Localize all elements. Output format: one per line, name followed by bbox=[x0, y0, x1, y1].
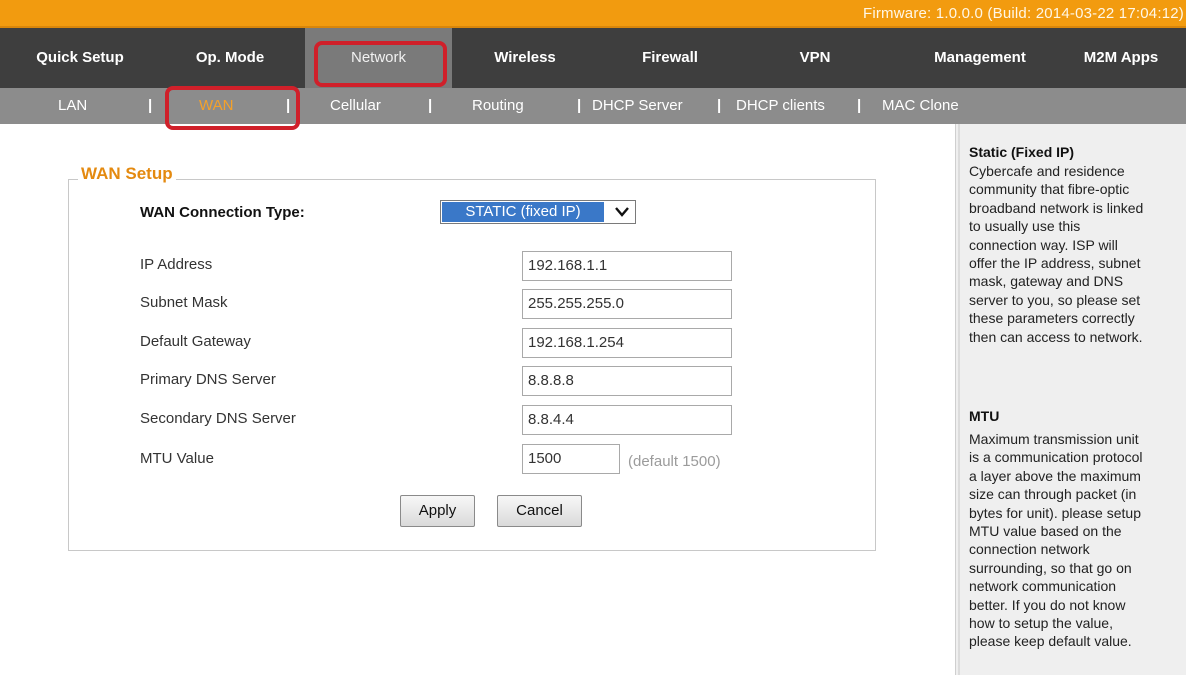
wan-setup-title: WAN Setup bbox=[78, 164, 176, 184]
cancel-button[interactable]: Cancel bbox=[497, 495, 582, 527]
nav-m2m-apps[interactable]: M2M Apps bbox=[1060, 28, 1182, 88]
ip-address-input[interactable]: 192.168.1.1 bbox=[522, 251, 732, 281]
connection-type-select[interactable]: STATIC (fixed IP) bbox=[440, 200, 636, 224]
help-line: broadband network is linked bbox=[969, 199, 1144, 216]
help-line: Maximum transmission unit bbox=[969, 431, 1139, 447]
help-line: connection way. ISP will bbox=[969, 236, 1118, 253]
nav-op-mode[interactable]: Op. Mode bbox=[160, 28, 300, 88]
nav-firewall[interactable]: Firewall bbox=[605, 28, 735, 88]
chevron-down-icon[interactable] bbox=[611, 203, 633, 221]
subnav-routing[interactable]: Routing bbox=[472, 88, 524, 124]
subnav-dhcp-clients[interactable]: DHCP clients bbox=[736, 88, 825, 124]
subnav-separator: | bbox=[148, 97, 153, 114]
sub-nav: LAN | WAN | Cellular | Routing | DHCP Se… bbox=[0, 88, 1186, 124]
help-line: offer the IP address, subnet bbox=[969, 255, 1141, 272]
firmware-version: Firmware: 1.0.0.0 (Build: 2014-03-22 17:… bbox=[862, 5, 1184, 22]
mtu-label: MTU Value bbox=[140, 450, 214, 467]
primary-dns-input[interactable]: 8.8.8.8 bbox=[522, 366, 732, 396]
help-line: please keep default value. bbox=[969, 633, 1132, 650]
nav-wireless[interactable]: Wireless bbox=[460, 28, 590, 88]
default-gateway-label: Default Gateway bbox=[140, 333, 251, 350]
help-line: to usually use this bbox=[969, 218, 1081, 235]
help-line: mask, gateway and DNS bbox=[969, 273, 1124, 290]
help-line: MTU value based on the bbox=[969, 523, 1122, 540]
subnav-separator: | bbox=[577, 97, 582, 114]
nav-vpn[interactable]: VPN bbox=[770, 28, 860, 88]
help-line: how to setup the value, bbox=[969, 615, 1113, 632]
default-gateway-input[interactable]: 192.168.1.254 bbox=[522, 328, 732, 358]
secondary-dns-input[interactable]: 8.8.4.4 bbox=[522, 405, 732, 435]
help-line: then can access to network. bbox=[969, 328, 1143, 345]
help-line: a layer above the maximum bbox=[969, 467, 1141, 484]
help-static-text: Cybercafe and residence community that f… bbox=[969, 162, 1186, 346]
main-nav: Quick Setup Op. Mode Network Wireless Fi… bbox=[0, 28, 1186, 88]
nav-network[interactable]: Network bbox=[305, 28, 452, 88]
help-line: community that fibre-optic bbox=[969, 181, 1130, 198]
help-line: connection network bbox=[969, 541, 1090, 558]
subnav-wan[interactable]: WAN bbox=[199, 88, 233, 124]
subnav-separator: | bbox=[286, 97, 291, 114]
help-line: size can through packet (in bbox=[969, 486, 1137, 503]
connection-type-value: STATIC (fixed IP) bbox=[442, 202, 604, 222]
help-static-title: Static (Fixed IP) bbox=[969, 144, 1075, 160]
help-sidebar: Static (Fixed IP) Cybercafe and residenc… bbox=[955, 124, 1186, 675]
mtu-default-hint: (default 1500) bbox=[628, 453, 721, 470]
help-line: better. If you do not know bbox=[969, 596, 1126, 613]
help-line: surrounding, so that go on bbox=[969, 559, 1132, 576]
secondary-dns-label: Secondary DNS Server bbox=[140, 410, 296, 427]
subnav-mac-clone[interactable]: MAC Clone bbox=[882, 88, 959, 124]
connection-type-label: WAN Connection Type: bbox=[140, 204, 305, 221]
help-line: bytes for unit). please setup bbox=[969, 504, 1141, 521]
subnet-mask-label: Subnet Mask bbox=[140, 294, 228, 311]
subnav-cellular[interactable]: Cellular bbox=[330, 88, 381, 124]
subnav-separator: | bbox=[428, 97, 433, 114]
help-line: network communication bbox=[969, 578, 1117, 595]
primary-dns-label: Primary DNS Server bbox=[140, 371, 276, 388]
nav-management[interactable]: Management bbox=[905, 28, 1055, 88]
subnav-separator: | bbox=[857, 97, 862, 114]
nav-quick-setup[interactable]: Quick Setup bbox=[0, 28, 160, 88]
mtu-input[interactable]: 1500 bbox=[522, 444, 620, 474]
apply-button[interactable]: Apply bbox=[400, 495, 475, 527]
help-line: Cybercafe and residence bbox=[969, 163, 1125, 179]
help-mtu-text: Maximum transmission unit is a communica… bbox=[969, 430, 1186, 651]
help-line: these parameters correctly bbox=[969, 310, 1135, 327]
ip-address-label: IP Address bbox=[140, 256, 213, 273]
firmware-bar: Firmware: 1.0.0.0 (Build: 2014-03-22 17:… bbox=[0, 0, 1186, 28]
help-line: is a communication protocol bbox=[969, 449, 1143, 466]
subnav-dhcp-server[interactable]: DHCP Server bbox=[592, 88, 683, 124]
subnav-lan[interactable]: LAN bbox=[58, 88, 87, 124]
help-line: server to you, so please set bbox=[969, 291, 1141, 308]
subnav-separator: | bbox=[717, 97, 722, 114]
help-mtu-title: MTU bbox=[969, 408, 1000, 424]
subnet-mask-input[interactable]: 255.255.255.0 bbox=[522, 289, 732, 319]
